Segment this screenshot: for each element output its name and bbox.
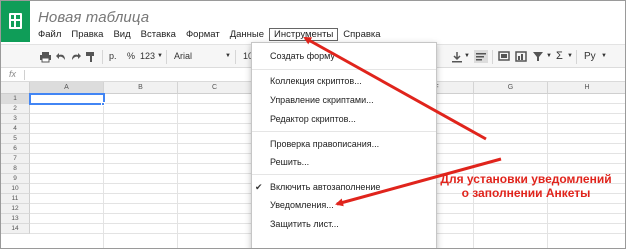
arrow-to-tools-menu	[303, 36, 487, 141]
spreadsheet-window: Новая таблица Файл Правка Вид Вставка Фо…	[0, 0, 626, 249]
annotation-arrows	[303, 36, 502, 207]
annotation-text: Для установки уведомлений о заполнении А…	[433, 172, 619, 200]
annotation-line-2: о заполнении Анкеты	[461, 186, 591, 200]
annotation-line-1: Для установки уведомлений	[440, 172, 612, 186]
